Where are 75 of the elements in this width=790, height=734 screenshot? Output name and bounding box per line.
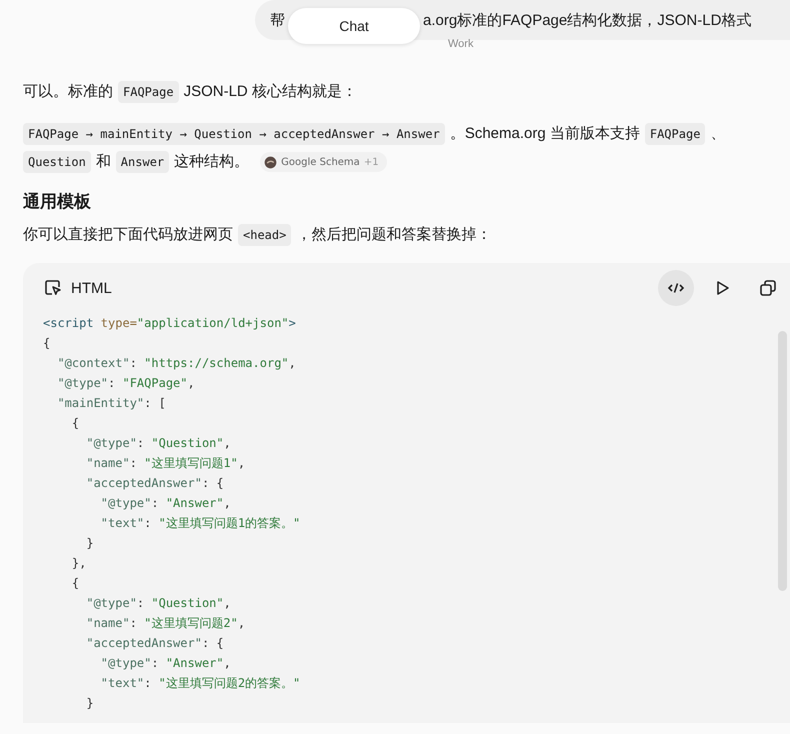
code-token: > xyxy=(288,316,296,330)
code-token: "mainEntity" xyxy=(56,396,144,410)
code-token: "Question" xyxy=(151,596,224,610)
message-text: 帮 xyxy=(270,10,285,30)
code-token: <script xyxy=(43,316,95,330)
code-token: : xyxy=(130,616,138,630)
code-token: } xyxy=(85,696,94,710)
code-language: HTML xyxy=(71,280,112,296)
code-token: , xyxy=(188,376,195,390)
inline-code: Question xyxy=(23,151,91,173)
message-text: a.org标准的FAQPage结构化数据，JSON-LD格式 xyxy=(423,10,752,30)
paragraph-text: 和 xyxy=(96,152,111,172)
mode-tab[interactable]: Chat xyxy=(288,8,420,44)
code-token: : xyxy=(144,516,152,530)
code-token: }, xyxy=(70,556,86,570)
code-token: , xyxy=(224,596,231,610)
code-token: "这里填写问题1的答案。" xyxy=(158,516,300,530)
code-token: type= xyxy=(100,316,137,330)
inline-code: <head> xyxy=(238,224,292,246)
inline-code: FAQPage xyxy=(644,123,706,145)
code-token: "acceptedAnswer" xyxy=(85,636,202,650)
paragraph-text: 。Schema.org 当前版本支持 xyxy=(450,124,640,144)
code-token: "@type" xyxy=(100,656,152,670)
paragraph-text: 这种结构。 xyxy=(174,152,250,172)
code-token: "name" xyxy=(85,456,130,470)
code-token: , xyxy=(288,356,296,370)
code-token: : { xyxy=(202,476,224,490)
code-token: : xyxy=(130,456,138,470)
code-token: { xyxy=(43,336,50,350)
code-token: "application/ld+json" xyxy=(136,316,289,330)
code-token: : xyxy=(151,496,160,510)
code-token: "@type" xyxy=(85,596,137,610)
code-token: "Question" xyxy=(151,436,224,450)
code-token: { xyxy=(70,416,80,430)
code-token: : xyxy=(136,596,146,610)
code-token: "@type" xyxy=(85,436,137,450)
code-token: { xyxy=(70,576,80,590)
inline-code: FAQPage → mainEntity → Question → acceptedAnswer → Answer xyxy=(23,123,445,145)
code-token: : xyxy=(144,676,152,690)
code-token: "name" xyxy=(85,616,130,630)
code-token: "@context" xyxy=(56,356,130,370)
code-token: : xyxy=(136,436,146,450)
paragraph-text: JSON-LD 核心结构就是： xyxy=(184,82,357,102)
code-token: : [ xyxy=(144,396,166,410)
inline-code: FAQPage xyxy=(118,81,179,103)
code-token: , xyxy=(224,656,231,670)
code-token: : { xyxy=(202,636,224,650)
code-token: } xyxy=(85,536,94,550)
paragraph-text: ，然后把问题和答案替换掉： xyxy=(296,225,492,245)
paragraph-text: 可以。标准的 xyxy=(23,82,113,102)
code-token: "FAQPage" xyxy=(122,376,188,390)
code-token: , xyxy=(238,616,246,630)
section-heading: 通用模板 xyxy=(23,191,92,213)
code-token: : xyxy=(108,376,116,390)
code-token: , xyxy=(224,436,231,450)
code-token: "@type" xyxy=(56,376,108,390)
mode-tab[interactable]: Work xyxy=(448,38,474,51)
code-token: "Answer" xyxy=(166,496,224,510)
code-token: , xyxy=(238,456,246,470)
code-token: "这里填写问题2的答案。" xyxy=(158,676,300,690)
code-token: "acceptedAnswer" xyxy=(85,476,202,490)
code-token: "text" xyxy=(100,516,144,530)
code-token: "这里填写问题1" xyxy=(144,456,238,470)
code-token: "text" xyxy=(100,676,144,690)
code-token: : xyxy=(130,356,138,370)
code-token: : xyxy=(151,656,160,670)
code-token: "@type" xyxy=(100,496,152,510)
paragraph-text: 、 xyxy=(710,124,726,144)
code-token: "这里填写问题2" xyxy=(144,616,238,630)
paragraph-text: 你可以直接把下面代码放进网页 xyxy=(23,225,233,245)
code-token: , xyxy=(224,496,231,510)
code-token: "https://schema.org" xyxy=(144,356,289,370)
inline-code: Answer xyxy=(116,151,170,173)
source-chip[interactable]: Google Schema +1 xyxy=(260,152,387,172)
code-token: "Answer" xyxy=(166,656,224,670)
